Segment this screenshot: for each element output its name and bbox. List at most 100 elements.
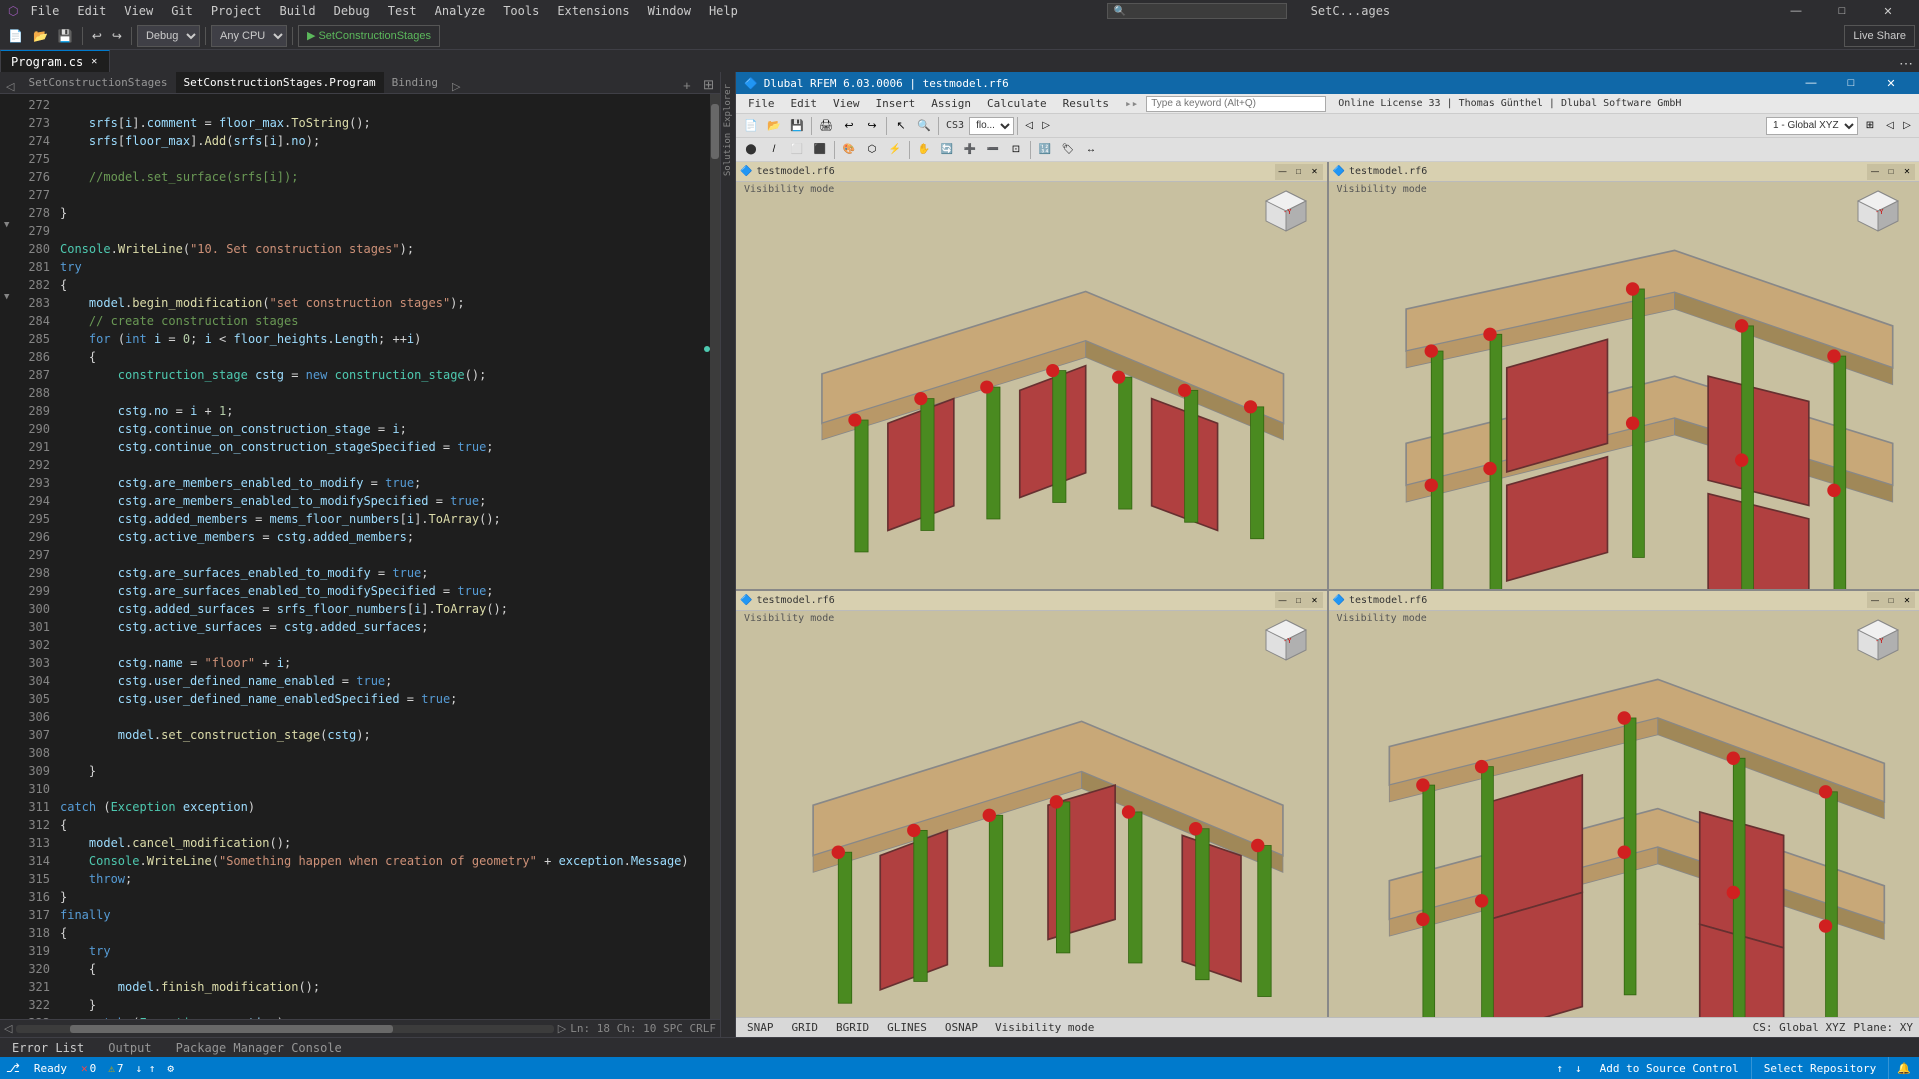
rfem-pan-btn[interactable]: ✋ [913,140,935,160]
rfem-save-btn[interactable]: 💾 [786,116,808,136]
rfem-node-btn[interactable]: ⬤ [740,140,762,160]
rfem-insert-menu[interactable]: Insert [868,97,924,110]
rfem-br-close[interactable]: ✕ [1899,592,1915,608]
toolbar-new-btn[interactable]: 📄 [4,25,27,47]
scroll-thumb-h[interactable] [70,1025,392,1033]
toolbar-redo-btn[interactable]: ↪ [108,25,126,47]
rfem-line-btn[interactable]: / [763,140,785,160]
rfem-minimize-btn[interactable]: — [1791,72,1831,94]
split-left-btn[interactable]: ◁ [0,80,20,93]
solution-explorer-btn[interactable]: Solution Explorer [723,80,733,180]
scroll-track[interactable] [16,1025,553,1033]
vs-search-box[interactable]: 🔍 [1107,3,1287,19]
rfem-br-max[interactable]: □ [1883,592,1899,608]
rfem-open-btn[interactable]: 📂 [763,116,785,136]
rfem-zoom-in-btn[interactable]: ➕ [959,140,981,160]
tab-set-construction[interactable]: SetConstructionStages [20,72,175,93]
rfem-file-menu[interactable]: File [740,97,783,110]
rfem-solid-btn[interactable]: ⬛ [809,140,831,160]
vs-debug-menu[interactable]: Debug [328,4,376,18]
rfem-snap-btn[interactable]: SNAP [742,1020,779,1035]
tab-close-icon[interactable]: ✕ [89,56,99,67]
rfem-coord-dropdown[interactable]: 1 - Global XYZ [1766,117,1858,135]
vs-help-menu[interactable]: Help [703,4,744,18]
vs-file-menu[interactable]: File [24,4,65,18]
rfem-bl-close[interactable]: ✕ [1307,592,1323,608]
tab-program-cs[interactable]: Program.cs ✕ [0,50,110,72]
editor-options-btn[interactable]: ⋯ [1893,55,1919,72]
select-repository-btn[interactable]: Select Repository [1752,1057,1890,1079]
rfem-bgrid-btn[interactable]: BGRID [831,1020,874,1035]
rfem-cs-dropdown[interactable]: flo... [969,117,1014,135]
rfem-restore-btn[interactable]: □ [1831,72,1871,94]
rfem-zoom-btn[interactable]: 🔍 [913,116,935,136]
vs-edit-menu[interactable]: Edit [71,4,112,18]
vs-project-menu[interactable]: Project [205,4,268,18]
code-display[interactable]: srfs[i].comment = floor_max.ToString(); … [56,94,702,1019]
rfem-prev-view-btn[interactable]: ◁ [1882,116,1898,136]
bottom-tab-package-manager[interactable]: Package Manager Console [164,1038,354,1057]
debug-config-dropdown[interactable]: Debug [137,25,200,47]
rfem-assign-menu[interactable]: Assign [923,97,979,110]
rfem-br-min[interactable]: — [1867,592,1883,608]
rfem-results-menu[interactable]: Results [1055,97,1117,110]
rfem-view-all-btn[interactable]: ⊞ [1859,116,1881,136]
rfem-close-btn[interactable]: ✕ [1871,72,1911,94]
rfem-glines-btn[interactable]: GLINES [882,1020,932,1035]
split-right-btn[interactable]: ▷ [446,80,466,93]
bottom-tab-output[interactable]: Output [96,1038,163,1057]
rfem-tr-close[interactable]: ✕ [1899,164,1915,180]
vs-build-menu[interactable]: Build [273,4,321,18]
vs-maximize-btn[interactable]: □ [1819,0,1865,22]
vs-extensions-menu[interactable]: Extensions [551,4,635,18]
scrollbar-thumb[interactable] [711,104,719,159]
rfem-edit-menu[interactable]: Edit [783,97,826,110]
rfem-grid-btn[interactable]: GRID [787,1020,824,1035]
vs-window-menu[interactable]: Window [642,4,697,18]
rfem-tl-close[interactable]: ✕ [1307,164,1323,180]
vs-tools-menu[interactable]: Tools [497,4,545,18]
scroll-right-btn[interactable]: ▷ [558,1022,566,1035]
rfem-new-btn[interactable]: 📄 [740,116,762,136]
rfem-undo-btn[interactable]: ↩ [838,116,860,136]
status-arrows[interactable]: ↓ ↑ [129,1062,161,1075]
scrollbar-vertical[interactable] [710,94,720,1019]
rfem-render-btn[interactable]: 🎨 [838,140,860,160]
vs-minimize-btn[interactable]: — [1773,0,1819,22]
status-down-arrow[interactable]: ↓ [1569,1062,1588,1075]
vs-analyze-menu[interactable]: Analyze [429,4,492,18]
rfem-osnap-btn[interactable]: OSNAP [940,1020,983,1035]
rfem-bl-min[interactable]: — [1275,592,1291,608]
rfem-wire-btn[interactable]: ⬡ [861,140,883,160]
add-tab-btn[interactable]: + [677,78,697,93]
rfem-select-btn[interactable]: ↖ [890,116,912,136]
live-share-btn[interactable]: Live Share [1844,25,1915,47]
status-config-icon[interactable]: ⚙ [161,1062,180,1075]
vs-git-menu[interactable]: Git [165,4,199,18]
toolbar-undo-btn[interactable]: ↩ [88,25,106,47]
rfem-tr-min[interactable]: — [1867,164,1883,180]
rfem-load-btn[interactable]: ⚡ [884,140,906,160]
rfem-axis-btn[interactable]: 🔢 [1034,140,1056,160]
warning-count[interactable]: ⚠ 7 [102,1062,129,1075]
rfem-view-menu[interactable]: View [825,97,868,110]
vs-view-menu[interactable]: View [118,4,159,18]
rfem-nav-next[interactable]: ▷ [1038,116,1054,136]
rfem-zoom-out-btn[interactable]: ➖ [982,140,1004,160]
rfem-dim-btn[interactable]: ↔ [1080,140,1102,160]
bottom-tab-error-list[interactable]: Error List [0,1038,96,1057]
maximize-editor-btn[interactable]: ⊞ [697,77,720,93]
vs-test-menu[interactable]: Test [382,4,423,18]
error-count[interactable]: ✕ 0 [75,1062,102,1075]
rfem-next-view-btn[interactable]: ▷ [1899,116,1915,136]
rfem-print-btn[interactable]: 🖨 [815,116,837,136]
rfem-fit-btn[interactable]: ⊡ [1005,140,1027,160]
tab-program[interactable]: SetConstructionStages.Program [176,72,384,93]
rfem-bl-max[interactable]: □ [1291,592,1307,608]
rfem-calculate-menu[interactable]: Calculate [979,97,1055,110]
scroll-left-btn[interactable]: ◁ [4,1022,12,1035]
toolbar-save-btn[interactable]: 💾 [54,25,77,47]
vs-close-btn[interactable]: ✕ [1865,0,1911,22]
toolbar-open-btn[interactable]: 📂 [29,25,52,47]
rfem-redo-btn[interactable]: ↪ [861,116,883,136]
